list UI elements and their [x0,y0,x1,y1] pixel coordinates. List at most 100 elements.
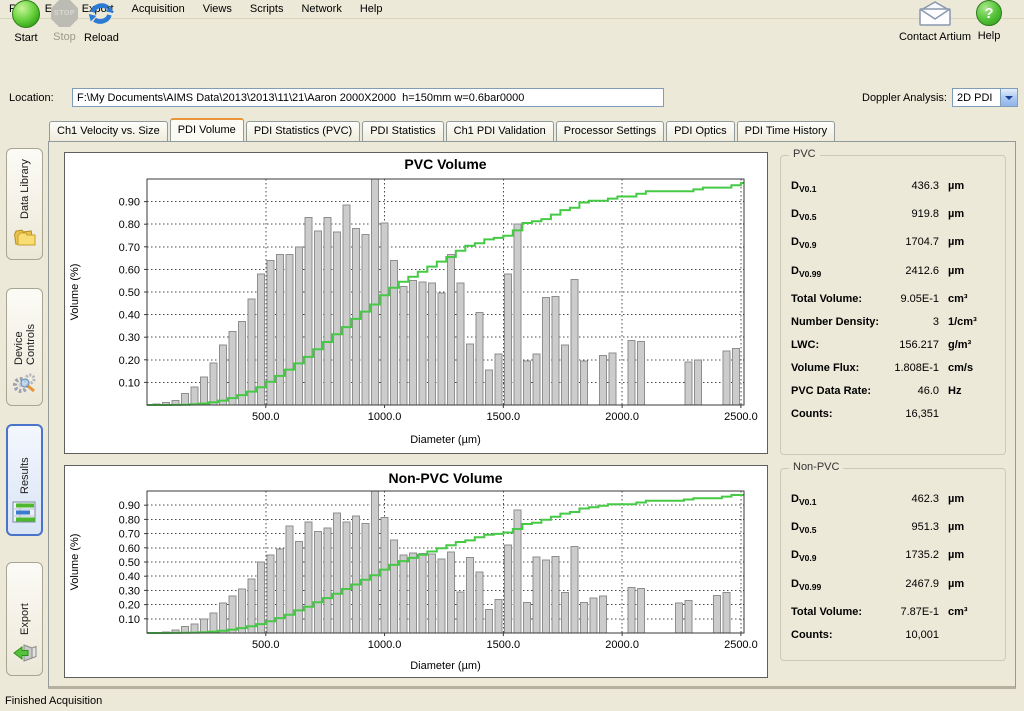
doppler-analysis-value: 2D PDI [953,92,1000,104]
svg-text:0.40: 0.40 [119,310,140,322]
pvc-row-pvc-data-rate: PVC Data Rate:46.0Hz [791,385,999,397]
stat-label: DV0.99 [791,578,889,592]
stat-label: DV0.99 [791,265,889,279]
tab-pdi-statistics[interactable]: PDI Statistics [362,121,443,141]
stat-label: DV0.9 [791,236,889,250]
stat-unit: g/m³ [948,339,971,351]
stat-unit: µm [948,265,964,277]
location-label: Location: [9,92,54,104]
help-button[interactable]: ? Help [976,0,1002,42]
x-axis-label: Diameter (µm) [410,434,481,446]
stat-unit: µm [948,493,964,505]
bar-chart-icon [12,500,38,527]
stat-value: 156.217 [889,339,939,351]
svg-text:0.80: 0.80 [119,219,140,231]
svg-text:0.90: 0.90 [119,500,140,512]
tab-pdi-optics[interactable]: PDI Optics [666,121,735,141]
doppler-analysis-select[interactable]: 2D PDI [952,88,1018,107]
location-input[interactable] [72,88,664,107]
pvc-row-counts: Counts:16,351 [791,408,999,420]
menu-item-views[interactable]: Views [194,1,241,17]
svg-text:2500.0: 2500.0 [724,639,758,651]
y-axis-label: Volume (%) [69,264,81,321]
contact-artium-button[interactable]: Contact Artium [899,0,971,43]
reload-button[interactable]: Reload [84,0,119,44]
pvc-volume-chart-panel: 0.100.200.300.400.500.600.700.800.90500.… [64,152,768,454]
svg-text:0.30: 0.30 [119,585,140,597]
non-pvc-row-counts: Counts:10,001 [791,629,999,641]
non-pvc-volume-chart: 0.100.200.300.400.500.600.700.800.90500.… [65,466,767,677]
svg-text:1500.0: 1500.0 [487,411,521,423]
stat-unit: 1/cm³ [948,316,977,328]
sidebar-item-label: Device Controls [13,299,37,365]
stat-label: DV0.9 [791,549,889,563]
menu-item-acquisition[interactable]: Acquisition [123,1,194,17]
gears-icon [12,371,38,398]
sidebar-item-results[interactable]: Results [6,424,43,536]
stat-value: 7.87E-1 [889,606,939,618]
sidebar-item-label: Export [19,573,31,635]
non-pvc-row-total-volume: Total Volume:7.87E-1 cm³ [791,606,999,618]
stat-unit: cm³ [948,606,968,618]
menu-item-help[interactable]: Help [351,1,392,17]
svg-text:1000.0: 1000.0 [368,411,402,423]
svg-text:0.60: 0.60 [119,543,140,555]
stat-unit: cm³ [948,293,968,305]
stat-unit: µm [948,521,964,533]
start-button-label: Start [14,32,37,44]
chevron-down-icon [1005,96,1013,104]
svg-text:0.70: 0.70 [119,529,140,541]
pvc-row-number-density: Number Density:31/cm³ [791,316,999,328]
menu-item-network[interactable]: Network [292,1,350,17]
svg-text:0.90: 0.90 [119,197,140,209]
svg-text:2000.0: 2000.0 [605,411,639,423]
reload-button-label: Reload [84,32,119,44]
tab-strip: Ch1 Velocity vs. SizePDI VolumePDI Stati… [49,118,837,141]
svg-text:2000.0: 2000.0 [605,639,639,651]
menu-item-scripts[interactable]: Scripts [241,1,293,17]
aims-application-window: { "menu": { "items": ["File","Edit","Exp… [0,0,1024,711]
pvc-volume-chart: 0.100.200.300.400.500.600.700.800.90500.… [65,153,767,453]
svg-text:0.50: 0.50 [119,557,140,569]
tab-pdi-statistics-pvc[interactable]: PDI Statistics (PVC) [246,121,360,141]
sidebar-item-device-controls[interactable]: Device Controls [6,288,43,406]
stat-value: 436.3 [889,180,939,192]
tab-ch1-velocity-vs-size[interactable]: Ch1 Velocity vs. Size [49,121,168,141]
stat-value: 1704.7 [889,236,939,248]
stat-value: 16,351 [889,408,939,420]
stat-label: DV0.5 [791,521,889,535]
svg-text:1000.0: 1000.0 [368,639,402,651]
doppler-dropdown-arrow-button[interactable] [1000,89,1017,106]
start-button[interactable]: Start [12,0,40,44]
stop-icon: STOP [51,0,78,27]
stat-label: Total Volume: [791,293,889,305]
pdi-volume-tab-page: 0.100.200.300.400.500.600.700.800.90500.… [48,141,1016,689]
stat-value: 10,001 [889,629,939,641]
status-bar: Finished Acquisition [0,692,1024,711]
stat-value: 46.0 [889,385,939,397]
stat-value: 3 [889,316,939,328]
sidebar-item-export[interactable]: Export [6,562,43,676]
tab-pdi-time-history[interactable]: PDI Time History [737,121,836,141]
tab-pdi-volume[interactable]: PDI Volume [170,118,244,141]
stat-value: 919.8 [889,208,939,220]
sidebar-item-label: Results [19,436,31,494]
non-pvc-volume-chart-panel: 0.100.200.300.400.500.600.700.800.90500.… [64,465,768,678]
tab-ch1-pdi-validation[interactable]: Ch1 PDI Validation [446,121,554,141]
sidebar-item-data-library[interactable]: Data Library [6,148,43,260]
non-pvc-row-d-v0-5: DV0.5951.3µm [791,521,999,535]
non-pvc-row-d-v0-9: DV0.91735.2µm [791,549,999,563]
envelope-icon [917,0,953,27]
svg-text:0.50: 0.50 [119,287,140,299]
stat-label: Total Volume: [791,606,889,618]
svg-text:0.20: 0.20 [119,355,140,367]
svg-text:0.80: 0.80 [119,514,140,526]
doppler-analysis-label: Doppler Analysis: [862,92,947,104]
stat-unit: cm/s [948,362,973,374]
stop-button-label: Stop [53,31,76,43]
tab-processor-settings[interactable]: Processor Settings [556,121,664,141]
svg-text:0.70: 0.70 [119,242,140,254]
pvc-row-d-v0-5: DV0.5919.8µm [791,208,999,222]
svg-text:500.0: 500.0 [252,639,280,651]
stat-label: Counts: [791,408,889,420]
